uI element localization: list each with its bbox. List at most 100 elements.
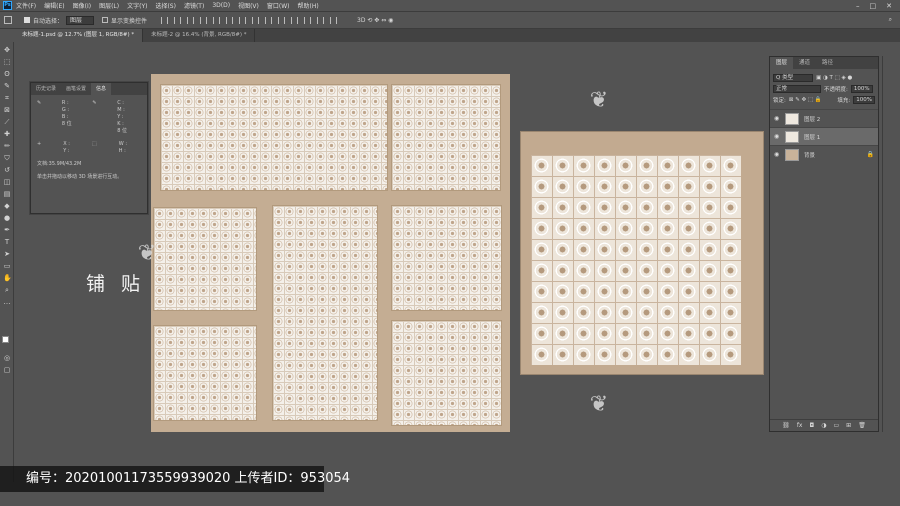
tab-history[interactable]: 历史记录: [31, 83, 61, 95]
align-icon[interactable]: [226, 16, 234, 24]
tab-paths[interactable]: 路径: [816, 57, 839, 69]
close-icon[interactable]: ✕: [886, 2, 892, 10]
visibility-eye-icon[interactable]: ◉: [774, 115, 780, 122]
auto-select-dropdown[interactable]: 图层: [66, 15, 95, 25]
pen-tool-icon[interactable]: ✒: [3, 226, 11, 234]
menu-edit[interactable]: 编辑(E): [44, 1, 64, 10]
tab-info[interactable]: 信息: [91, 83, 112, 95]
3d-mode-icons[interactable]: 3D ⟲ ✥ ⇔ ◉: [357, 17, 393, 24]
trash-icon[interactable]: 🗑: [858, 420, 866, 431]
type-tool-icon[interactable]: T: [3, 238, 11, 246]
panel-dock-strip: [882, 56, 900, 432]
menu-filter[interactable]: 滤镜(T): [184, 1, 204, 10]
align-icon[interactable]: [200, 16, 208, 24]
filter-icons[interactable]: ▣ ◑ T ⬚ ◈ ●: [816, 75, 852, 81]
align-icon[interactable]: [161, 16, 169, 24]
quick-mask-icon[interactable]: ◎: [3, 354, 11, 362]
single-tile-image: [520, 131, 764, 375]
lock-label: 锁定:: [773, 97, 786, 104]
align-icon[interactable]: [239, 16, 247, 24]
align-icon[interactable]: [278, 16, 286, 24]
dodge-tool-icon[interactable]: ●: [3, 214, 11, 222]
eyedropper-tool-icon[interactable]: ⟋: [3, 118, 11, 126]
tab-layers[interactable]: 图层: [770, 57, 794, 69]
gradient-tool-icon[interactable]: ▤: [3, 190, 11, 198]
align-icon[interactable]: [304, 16, 312, 24]
blur-tool-icon[interactable]: ◆: [3, 202, 11, 210]
fill-label: 填充:: [837, 97, 851, 104]
move-tool-icon[interactable]: [4, 16, 12, 24]
visibility-eye-icon[interactable]: ◉: [774, 133, 780, 140]
lock-icon: 🔒: [866, 151, 874, 158]
menu-layer[interactable]: 图层(L): [99, 1, 119, 10]
menu-select[interactable]: 选择(S): [155, 1, 176, 10]
pattern-tile: [153, 207, 257, 311]
marquee-tool-icon[interactable]: ⬚: [3, 58, 11, 66]
align-icon[interactable]: [291, 16, 299, 24]
shape-tool-icon[interactable]: ▭: [3, 262, 11, 270]
align-icon[interactable]: [252, 16, 260, 24]
fx-icon[interactable]: fx: [797, 420, 803, 431]
align-icon[interactable]: [330, 16, 338, 24]
search-icon[interactable]: ⌕: [889, 16, 892, 24]
align-icon[interactable]: [174, 16, 182, 24]
info-bit-depth: 8 位: [61, 121, 72, 127]
tiling-layout-image: [151, 74, 510, 432]
tab-channels[interactable]: 通道: [793, 57, 816, 69]
path-select-icon[interactable]: ➤: [3, 250, 11, 258]
layer-row[interactable]: ◉ 图层 2: [770, 109, 878, 127]
link-icon[interactable]: ⛓: [782, 420, 790, 431]
zoom-tool-icon[interactable]: ⌕: [3, 286, 11, 294]
layer-name: 背景: [804, 152, 816, 159]
stamp-tool-icon[interactable]: ⛉: [3, 154, 11, 162]
menu-type[interactable]: 文字(Y): [127, 1, 147, 10]
align-icon[interactable]: [265, 16, 273, 24]
group-folder-icon[interactable]: ▭: [833, 420, 839, 431]
eraser-tool-icon[interactable]: ◫: [3, 178, 11, 186]
opacity-input[interactable]: 100%: [850, 84, 873, 93]
tab-brush-settings[interactable]: 画笔设置: [61, 83, 91, 95]
mask-icon[interactable]: ◘: [809, 420, 814, 431]
layer-row[interactable]: ◉ 背景 🔒: [770, 145, 878, 163]
pattern-tile: [272, 205, 378, 421]
tab-document-1[interactable]: 未标题-1.psd @ 12.7% (图层 1, RGB/8#) *: [14, 29, 144, 42]
quick-select-tool-icon[interactable]: ✎: [3, 82, 11, 90]
auto-select-checkbox[interactable]: [24, 17, 30, 23]
info-k: K :: [117, 121, 124, 127]
frame-tool-icon[interactable]: ⊠: [3, 106, 11, 114]
menu-window[interactable]: 窗口(W): [267, 1, 290, 10]
tab-document-2[interactable]: 未标题-2 @ 16.4% (背景, RGB/8#) *: [143, 29, 256, 42]
align-icon[interactable]: [213, 16, 221, 24]
align-icon[interactable]: [187, 16, 195, 24]
minimize-icon[interactable]: –: [856, 2, 860, 10]
foreground-color-swatch[interactable]: [2, 336, 9, 343]
menu-image[interactable]: 图像(I): [73, 1, 91, 10]
crop-tool-icon[interactable]: ⌗: [3, 94, 11, 102]
healing-brush-icon[interactable]: ✚: [3, 130, 11, 138]
visibility-eye-icon[interactable]: ◉: [774, 151, 780, 158]
show-transform-checkbox[interactable]: [102, 17, 109, 23]
layer-filter-dropdown[interactable]: Q 类型: [773, 73, 813, 82]
align-icon[interactable]: [317, 16, 325, 24]
history-brush-icon[interactable]: ↺: [3, 166, 11, 174]
lasso-tool-icon[interactable]: ʘ: [3, 70, 11, 78]
more-tools-icon[interactable]: …: [3, 298, 11, 306]
menu-view[interactable]: 视图(V): [238, 1, 259, 10]
move-tool-icon[interactable]: ✥: [3, 46, 11, 54]
maximize-icon[interactable]: □: [870, 2, 877, 10]
hand-tool-icon[interactable]: ✋: [3, 274, 12, 282]
menu-help[interactable]: 帮助(H): [298, 1, 319, 10]
lock-icons[interactable]: ⊠ ✎ ✥ ⬚ 🔒: [789, 97, 822, 103]
menu-file[interactable]: 文件(F): [16, 1, 36, 10]
new-layer-icon[interactable]: ⊞: [846, 420, 851, 431]
layer-name: 图层 1: [804, 134, 821, 141]
blend-mode-dropdown[interactable]: 正常: [773, 84, 821, 93]
adjustment-icon[interactable]: ◑: [821, 420, 826, 431]
tiling-label: 铺 贴: [86, 273, 146, 295]
fill-input[interactable]: 100%: [853, 95, 875, 104]
menu-3d[interactable]: 3D(D): [212, 2, 230, 9]
brush-tool-icon[interactable]: ✏: [3, 142, 11, 150]
options-bar: 自动选择： 图层 显示变换控件 3D ⟲ ✥ ⇔ ◉ ⌕: [0, 12, 900, 29]
screen-mode-icon[interactable]: ▢: [3, 366, 11, 374]
layer-row[interactable]: ◉ 图层 1: [770, 127, 878, 145]
